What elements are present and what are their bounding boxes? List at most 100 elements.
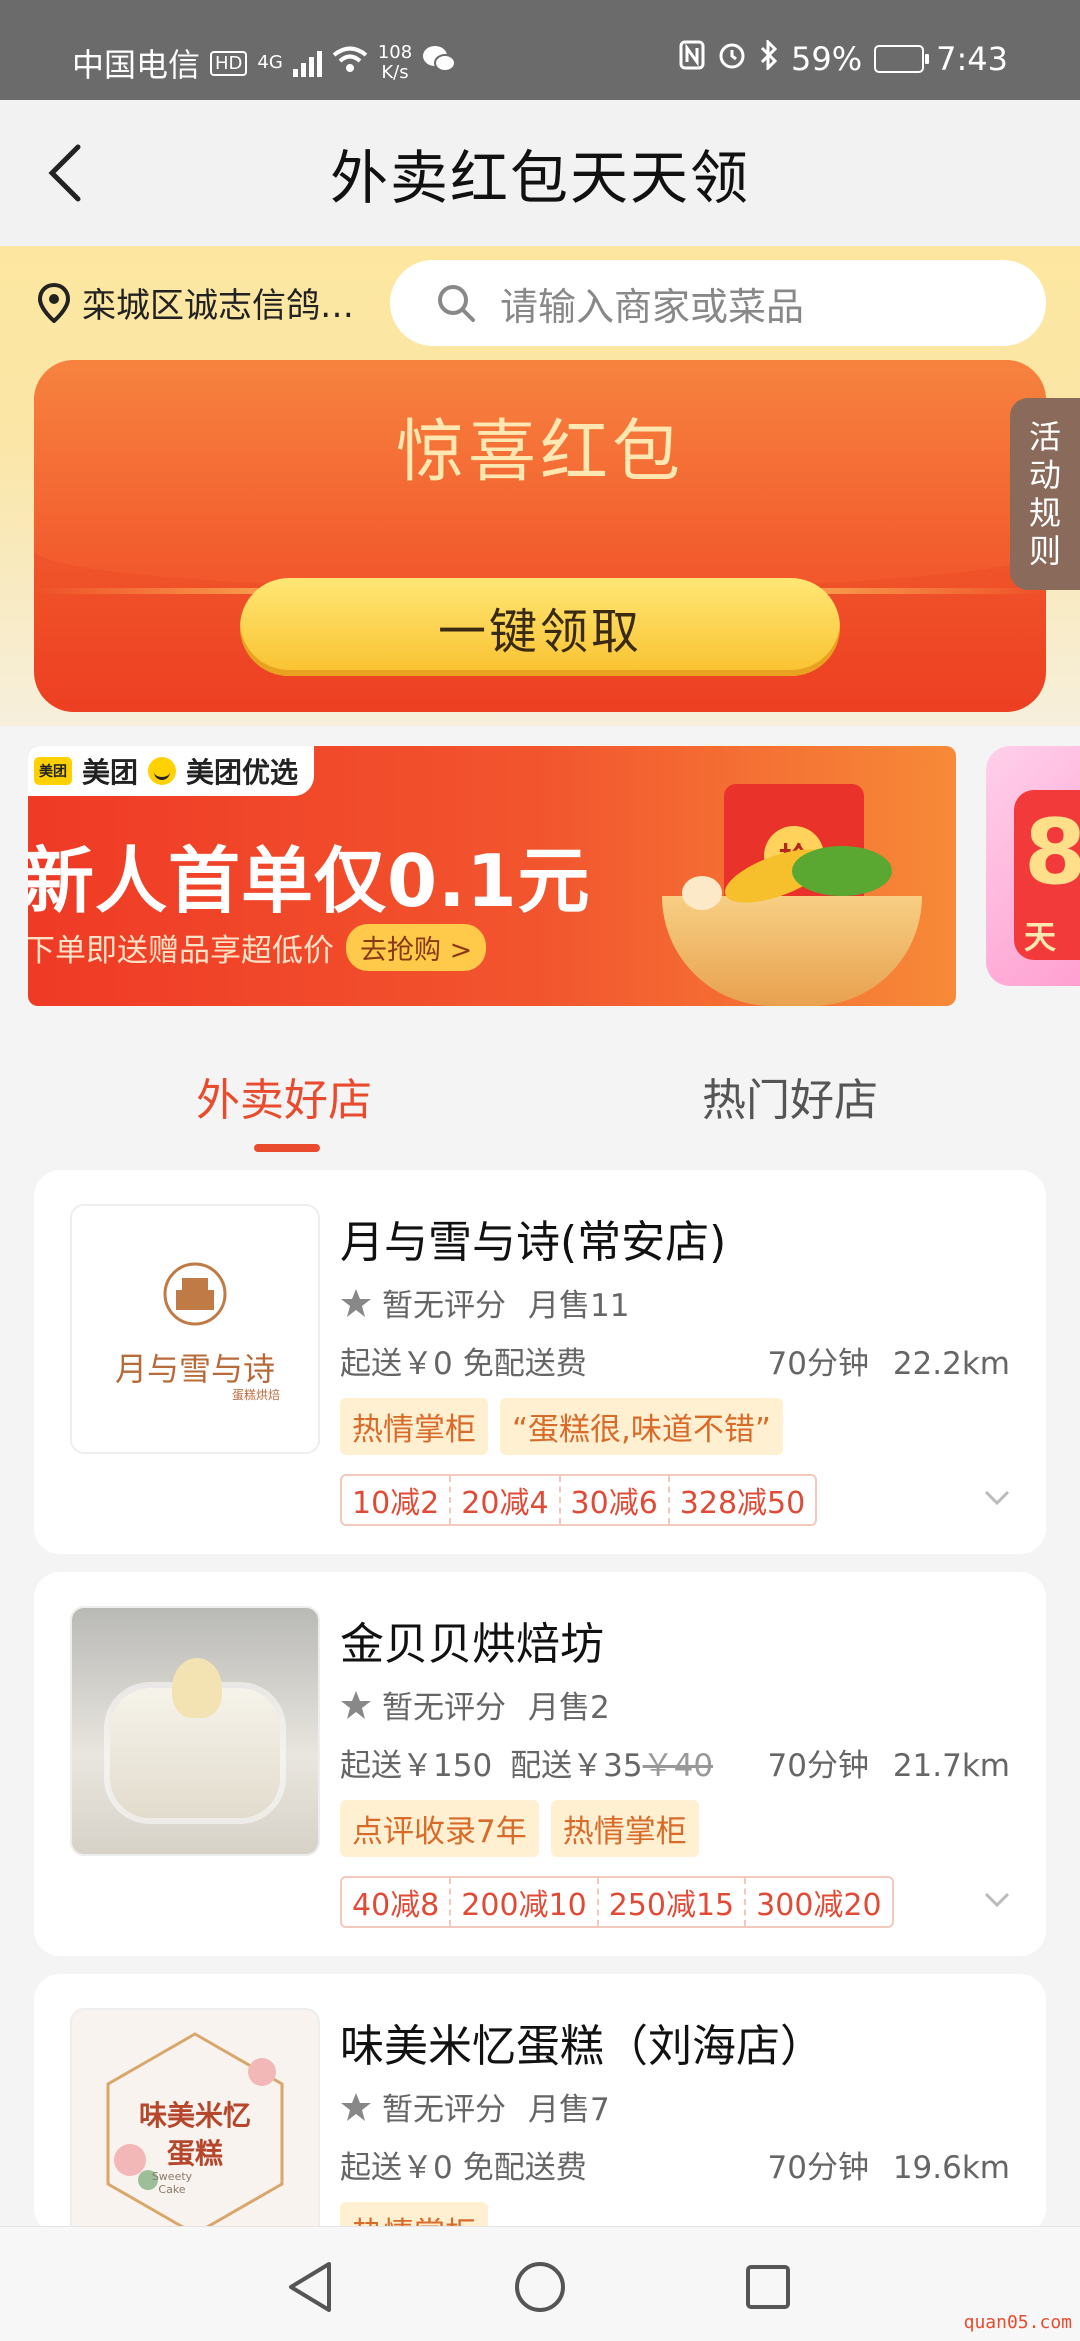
store-card[interactable]: 金贝贝烘焙坊 暂无评分 月售2 起送￥150 配送￥35￥40 70分钟 21.… <box>34 1572 1046 1956</box>
next-banner-char: 天 <box>1024 918 1057 956</box>
active-tab-indicator <box>254 1144 320 1152</box>
store-rating: 暂无评分 <box>382 2092 506 2128</box>
store-card[interactable]: 味美米忆 蛋糕 Sweety Cake 味美米忆蛋糕（刘海店） 暂无评分 月售7… <box>34 1974 1046 2234</box>
distance: 22.2km <box>892 1346 1010 1382</box>
system-nav-bar: quan05.com <box>0 2226 1080 2341</box>
status-left: 中国电信 HD 4G 108 K/s <box>72 40 457 86</box>
hd-badge: HD <box>210 50 248 76</box>
cake-logo-icon <box>163 1262 227 1326</box>
min-order: 起送￥150 <box>340 1748 493 1784</box>
store-time-distance: 70分钟 21.7km <box>768 1740 1011 1785</box>
brand-tag-bar: 美团 美团 美团优选 <box>28 746 315 796</box>
store-rating: 暂无评分 <box>382 1690 506 1726</box>
store-delivery-line: 起送￥0 免配送费 <box>340 2142 587 2187</box>
net-speed: 108 K/s <box>378 43 412 83</box>
delivery-fee: 免配送费 <box>462 2150 587 2186</box>
store-monthly-sales: 月售2 <box>528 1690 610 1726</box>
brand-meituan-youxuan: 美团优选 <box>186 756 299 789</box>
store-tabs: 外卖好店 热门好店 <box>0 1020 1080 1170</box>
delivery-fee-original: ￥40 <box>642 1748 714 1784</box>
wifi-icon <box>332 44 368 82</box>
watermark: quan05.com <box>963 2312 1072 2333</box>
square-recents-icon <box>746 2265 790 2309</box>
location-selector[interactable]: 栾城区诚志信鸽… <box>38 278 354 327</box>
nav-back-button[interactable] <box>280 2257 340 2317</box>
triangle-back-icon <box>289 2262 331 2312</box>
store-tag: 点评收录7年 <box>340 1800 539 1857</box>
delivery-time: 70分钟 <box>767 2150 869 2186</box>
next-promo-banner[interactable]: 8 天 <box>986 746 1080 986</box>
star-icon <box>341 1288 371 1317</box>
delivery-time: 70分钟 <box>767 1346 869 1382</box>
search-placeholder: 请输入商家或菜品 <box>500 284 805 329</box>
star-icon <box>341 2092 371 2121</box>
nav-home-button[interactable] <box>510 2257 570 2317</box>
store-name: 金贝贝烘焙坊 <box>340 1619 604 1670</box>
discount-item: 200减10 <box>449 1878 596 1926</box>
back-button[interactable] <box>34 136 94 210</box>
egg-icon <box>682 876 722 910</box>
promo-area: 栾城区诚志信鸽… 请输入商家或菜品 惊喜红包 一键领取 活动规则 <box>0 246 1080 726</box>
bluetooth-icon <box>759 38 779 78</box>
search-input[interactable]: 请输入商家或菜品 <box>390 260 1046 346</box>
search-icon <box>438 285 475 322</box>
chevron-left-icon <box>48 144 81 202</box>
activity-rules-button[interactable]: 活动规则 <box>1010 398 1080 590</box>
store-rating-line: 暂无评分 月售11 <box>340 1280 629 1325</box>
discount-item: 328减50 <box>667 1476 815 1524</box>
page-title: 外卖红包天天领 <box>329 144 750 212</box>
signal-icon <box>292 49 322 77</box>
store-tag: “蛋糕很,味道不错” <box>500 1398 783 1455</box>
store-logo-text-line1: 味美米忆 <box>138 2099 251 2132</box>
store-thumbnail: 味美米忆 蛋糕 Sweety Cake <box>70 2008 320 2234</box>
battery-icon <box>874 45 930 73</box>
status-bar: 中国电信 HD 4G 108 K/s 59% 7:43 <box>0 0 1080 100</box>
store-rating-line: 暂无评分 月售2 <box>340 1682 610 1727</box>
promo-banner[interactable]: 美团 美团 美团优选 新人首单仅0.1元 下单即送赠品享超低价 去抢购 > 抢 <box>28 746 956 1006</box>
bear-figure-icon <box>172 1658 222 1718</box>
vegetable-bowl-icon <box>662 838 922 1006</box>
nav-recents-button[interactable] <box>738 2257 798 2317</box>
location-pin-icon <box>38 282 70 323</box>
red-packet-card: 惊喜红包 一键领取 <box>34 360 1046 712</box>
store-rating: 暂无评分 <box>382 1288 506 1324</box>
store-tag: 热情掌柜 <box>550 1800 699 1857</box>
tab-takeout-stores[interactable]: 外卖好店 <box>196 1064 372 1128</box>
wechat-icon <box>422 44 457 82</box>
star-icon <box>341 1690 371 1719</box>
net-speed-unit: K/s <box>381 62 409 83</box>
discount-item: 250减15 <box>596 1878 744 1926</box>
circle-home-icon <box>515 2262 565 2312</box>
min-order: 起送￥0 <box>340 1346 453 1382</box>
store-tags: 热情掌柜 “蛋糕很,味道不错” <box>340 1398 783 1455</box>
clock-time: 7:43 <box>936 40 1008 78</box>
store-monthly-sales: 月售7 <box>528 2092 610 2128</box>
store-name: 味美米忆蛋糕（刘海店） <box>340 2021 824 2072</box>
chevron-down-icon[interactable] <box>984 1892 1010 1908</box>
store-card[interactable]: 月与雪与诗 蛋糕烘焙 月与雪与诗(常安店) 暂无评分 月售11 起送￥0 免配送… <box>34 1170 1046 1554</box>
meituan-logo-icon: 美团 <box>34 757 72 785</box>
discount-item: 10减2 <box>352 1486 440 1521</box>
chevron-down-icon[interactable] <box>984 1490 1010 1506</box>
tab-hot-stores[interactable]: 热门好店 <box>702 1064 878 1128</box>
store-monthly-sales: 月售11 <box>528 1288 630 1324</box>
store-tag: 热情掌柜 <box>340 1398 488 1455</box>
store-logo-text-line2: 蛋糕 <box>166 2137 223 2170</box>
discount-list: 40减8 200减10 250减15 300减20 <box>340 1876 894 1928</box>
banner-subline: 下单即送赠品享超低价 去抢购 > <box>28 924 487 971</box>
meituan-youxuan-logo-icon <box>148 757 177 785</box>
brand-meituan: 美团 <box>82 756 139 789</box>
title-bar: 外卖红包天天领 <box>0 100 1080 246</box>
claim-all-button[interactable]: 一键领取 <box>240 578 840 676</box>
store-time-distance: 70分钟 19.6km <box>768 2142 1011 2187</box>
store-thumbnail <box>70 1606 320 1856</box>
grab-now-button[interactable]: 去抢购 > <box>346 924 487 971</box>
network-type: 4G <box>257 52 283 73</box>
banner-headline: 新人首单仅0.1元 <box>28 839 591 923</box>
min-order: 起送￥0 <box>340 2150 453 2186</box>
delivery-fee: 免配送费 <box>462 1346 587 1382</box>
delivery-fee: 配送￥35￥40 <box>510 1740 713 1785</box>
discount-item: 20减4 <box>449 1476 558 1524</box>
distance: 21.7km <box>892 1748 1010 1784</box>
store-logo-text: 月与雪与诗 <box>114 1350 275 1388</box>
